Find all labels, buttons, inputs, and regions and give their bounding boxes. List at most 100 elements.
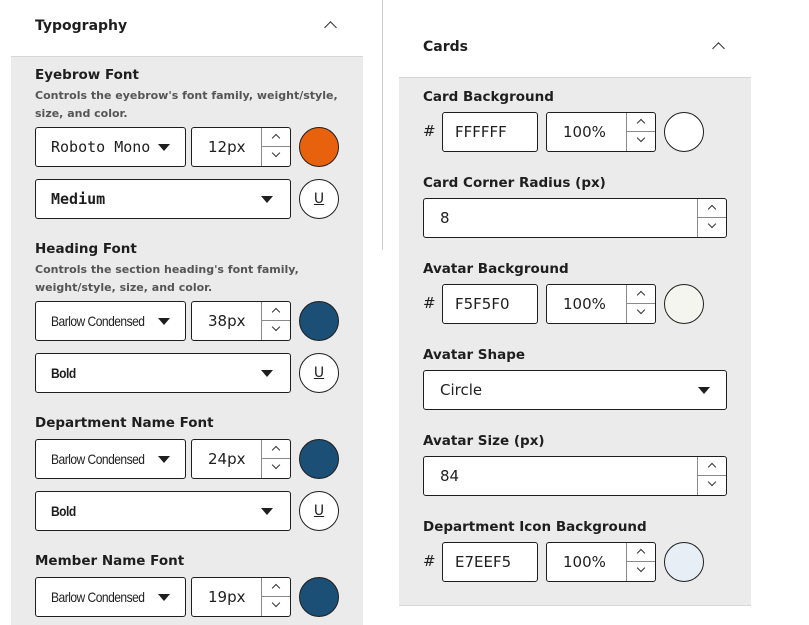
increment-button[interactable]	[627, 113, 655, 132]
chevron-down-icon	[271, 322, 281, 332]
heading-font-size-value: 38px	[208, 312, 246, 330]
card-background-opacity-input[interactable]: 100%	[546, 112, 656, 152]
decrement-button[interactable]	[698, 476, 726, 495]
department-font-weight-select[interactable]: Bold	[35, 491, 291, 531]
dept-icon-background-opacity-value: 100%	[563, 553, 606, 571]
heading-font-help: Controls the section heading's font fami…	[35, 263, 299, 294]
cards-panel-header[interactable]: Cards	[399, 0, 751, 77]
chevron-down-icon	[261, 370, 273, 377]
dept-icon-background-opacity-input[interactable]: 100%	[546, 542, 656, 582]
increment-button[interactable]	[698, 199, 726, 218]
department-font-size-input[interactable]: 24px	[191, 439, 291, 479]
increment-button[interactable]	[627, 285, 655, 304]
member-font-color-swatch[interactable]	[299, 577, 339, 617]
increment-button[interactable]	[627, 543, 655, 562]
chevron-down-icon	[158, 144, 170, 151]
member-font-family-select[interactable]: Barlow Condensed	[35, 577, 186, 617]
decrement-button[interactable]	[627, 562, 655, 581]
dept-icon-background-hex-value: E7EEF5	[455, 553, 512, 571]
chevron-up-icon[interactable]	[712, 42, 725, 55]
eyebrow-font-family-select[interactable]: Roboto Mono	[35, 127, 186, 167]
heading-underline-toggle[interactable]: U	[299, 353, 339, 393]
increment-button[interactable]	[262, 128, 290, 147]
corner-radius-input[interactable]: 8	[423, 198, 727, 238]
decrement-button[interactable]	[698, 218, 726, 237]
dept-icon-background-hex-input[interactable]: E7EEF5	[442, 542, 538, 582]
dept-icon-background-color-swatch[interactable]	[664, 542, 704, 582]
avatar-background-hex-value: F5F5F0	[455, 295, 510, 313]
typography-panel-header[interactable]: Typography	[11, 0, 363, 56]
dept-icon-background-opacity-stepper	[626, 543, 655, 581]
member-font-family-value: Barlow Condensed	[51, 589, 145, 605]
card-background-hex-input[interactable]: FFFFFF	[442, 112, 538, 152]
department-font-size-value: 24px	[208, 450, 246, 468]
avatar-shape-label: Avatar Shape	[423, 347, 526, 363]
increment-button[interactable]	[262, 302, 290, 321]
cards-panel-title: Cards	[423, 39, 468, 55]
card-background-label: Card Background	[423, 89, 554, 105]
chevron-down-icon	[158, 594, 170, 601]
avatar-size-input[interactable]: 84	[423, 456, 727, 496]
chevron-down-icon	[636, 133, 646, 143]
chevron-down-icon	[707, 477, 717, 487]
chevron-down-icon	[271, 598, 281, 608]
card-background-opacity-stepper	[626, 113, 655, 151]
department-font-size-stepper	[261, 440, 290, 478]
avatar-background-opacity-stepper	[626, 285, 655, 323]
decrement-button[interactable]	[262, 597, 290, 616]
chevron-up-icon	[271, 583, 281, 593]
card-background-color-swatch[interactable]	[664, 112, 704, 152]
decrement-button[interactable]	[262, 321, 290, 340]
heading-font-weight-select[interactable]: Bold	[35, 353, 291, 393]
department-font-color-swatch[interactable]	[299, 439, 339, 479]
department-font-label: Department Name Font	[35, 415, 214, 431]
heading-font-size-input[interactable]: 38px	[191, 301, 291, 341]
card-background-hex-value: FFFFFF	[455, 123, 507, 141]
chevron-up-icon	[707, 462, 717, 472]
chevron-up-icon	[636, 290, 646, 300]
eyebrow-font-help: Controls the eyebrow's font family, weig…	[35, 89, 338, 120]
chevron-up-icon	[636, 118, 646, 128]
heading-font-family-select[interactable]: Barlow Condensed	[35, 301, 186, 341]
avatar-background-opacity-input[interactable]: 100%	[546, 284, 656, 324]
hash-symbol: #	[423, 122, 436, 140]
eyebrow-font-weight-value: Medium	[51, 190, 106, 208]
heading-font-label: Heading Font	[35, 241, 137, 257]
decrement-button[interactable]	[627, 304, 655, 323]
avatar-background-hex-input[interactable]: F5F5F0	[442, 284, 538, 324]
decrement-button[interactable]	[627, 132, 655, 151]
eyebrow-font-label: Eyebrow Font	[35, 67, 139, 83]
typography-panel-title: Typography	[35, 18, 128, 34]
increment-button[interactable]	[698, 457, 726, 476]
chevron-up-icon	[271, 445, 281, 455]
department-font-family-value: Barlow Condensed	[51, 451, 145, 467]
corner-radius-value: 8	[440, 209, 450, 227]
increment-button[interactable]	[262, 440, 290, 459]
eyebrow-font-size-input[interactable]: 12px	[191, 127, 291, 167]
chevron-up-icon	[271, 133, 281, 143]
chevron-down-icon	[158, 456, 170, 463]
chevron-up-icon[interactable]	[324, 21, 337, 34]
avatar-shape-select[interactable]: Circle	[423, 370, 727, 410]
panel-divider	[382, 0, 383, 250]
chevron-down-icon	[158, 318, 170, 325]
heading-font-color-swatch[interactable]	[299, 301, 339, 341]
member-font-size-stepper	[261, 578, 290, 616]
avatar-background-color-swatch[interactable]	[664, 284, 704, 324]
avatar-size-stepper	[697, 457, 726, 495]
department-font-family-select[interactable]: Barlow Condensed	[35, 439, 186, 479]
eyebrow-font-weight-select[interactable]: Medium	[35, 179, 291, 219]
eyebrow-font-color-swatch[interactable]	[299, 127, 339, 167]
decrement-button[interactable]	[262, 147, 290, 166]
hash-symbol: #	[423, 294, 436, 312]
increment-button[interactable]	[262, 578, 290, 597]
heading-font-family-value: Barlow Condensed	[51, 313, 145, 329]
chevron-down-icon	[636, 305, 646, 315]
member-font-size-input[interactable]: 19px	[191, 577, 291, 617]
chevron-down-icon	[261, 508, 273, 515]
avatar-shape-value: Circle	[440, 381, 483, 399]
avatar-background-opacity-value: 100%	[563, 295, 606, 313]
decrement-button[interactable]	[262, 459, 290, 478]
department-underline-toggle[interactable]: U	[299, 491, 339, 531]
eyebrow-underline-toggle[interactable]: U	[299, 179, 339, 219]
